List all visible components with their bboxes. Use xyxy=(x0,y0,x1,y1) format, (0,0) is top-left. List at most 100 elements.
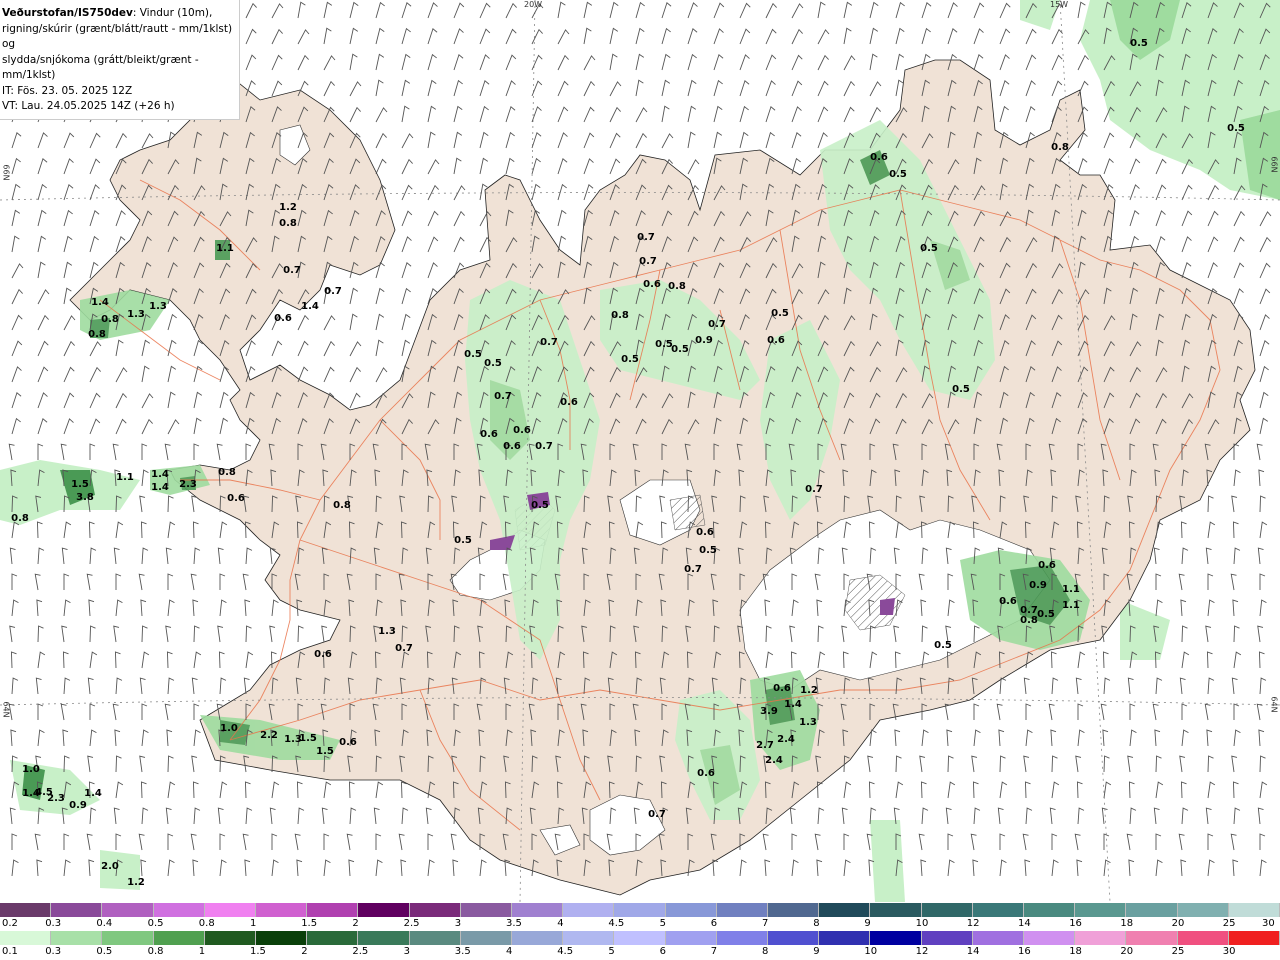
legend-snow-label: 3 xyxy=(454,918,462,929)
precip-value-label: 0.9 xyxy=(69,800,87,811)
legend-snow-swatch xyxy=(768,903,820,917)
precip-value-label: 0.6 xyxy=(503,441,521,452)
precip-value-label: 2.4 xyxy=(777,734,795,745)
legend-rain-label: 1.5 xyxy=(250,946,266,957)
legend-rain-swatch xyxy=(102,931,154,945)
legend-rain-label: 20 xyxy=(1120,946,1134,957)
legend-snow-label: 1.5 xyxy=(301,918,318,929)
precip-value-label: 0.6 xyxy=(870,152,888,163)
precip-value-label: 0.6 xyxy=(697,768,715,779)
precip-value-label: 0.5 xyxy=(464,349,482,360)
precip-value-label: 0.6 xyxy=(773,683,791,694)
legend-rain-swatch xyxy=(665,931,717,945)
longitude-label-15w: 15W xyxy=(1050,0,1069,9)
legend-rain-swatch xyxy=(1177,931,1229,945)
precip-value-label: 0.5 xyxy=(671,344,689,355)
latitude-label-64n-left: 64N xyxy=(1,701,11,718)
legend-snow-swatch xyxy=(307,903,359,917)
legend-rain-label: 3.5 xyxy=(454,946,471,957)
legend-snow-swatch xyxy=(153,903,205,917)
precip-value-label: 0.7 xyxy=(535,441,553,452)
precip-value-label: 1.4 xyxy=(91,297,109,308)
header-valid-time: VT: Lau. 24.05.2025 14Z (+26 h) xyxy=(2,100,175,112)
legend-rain-label: 9 xyxy=(813,946,820,957)
precip-value-label: 0.5 xyxy=(454,535,472,546)
legend-rain-label: 2 xyxy=(301,946,308,957)
legend-rain-label: 0.1 xyxy=(2,946,18,957)
precip-value-label: 1.5 xyxy=(71,479,89,490)
legend-rain-label: 2.5 xyxy=(352,946,369,957)
precip-value-label: 0.6 xyxy=(274,313,292,324)
precip-value-label: 0.9 xyxy=(695,335,713,346)
precip-value-label: 0.8 xyxy=(101,314,119,325)
precip-value-label: 0.7 xyxy=(639,256,657,267)
legend-snow-swatch xyxy=(358,903,410,917)
precip-value-label: 2.2 xyxy=(260,730,278,741)
legend-rain-labels: 0.1 0.3 0.5 0.8 1 1.5 2 2.5 3 3.5 4 4.5 5 6 7 8 9 10 12 14 1… xyxy=(0,946,1280,958)
precip-value-label: 0.7 xyxy=(540,337,558,348)
legend-rain-swatch xyxy=(972,931,1025,945)
precip-value-label: 1.5 xyxy=(299,733,317,744)
precip-value-label: 0.5 xyxy=(889,169,907,180)
precip-value-label: 0.8 xyxy=(11,513,29,524)
header-title-suffix: : Vindur (10m), xyxy=(132,7,213,19)
legend-rain-label: 4.5 xyxy=(557,946,574,957)
legend-snow-label: 0.5 xyxy=(147,918,164,929)
legend-rain-label: 0.8 xyxy=(147,946,164,957)
legend-snow-swatch xyxy=(921,903,973,917)
precip-value-label: 0.8 xyxy=(218,467,236,478)
precip-value-label: 1.5 xyxy=(316,746,334,757)
legend-rain-label: 6 xyxy=(659,946,666,957)
legend-rain-swatch xyxy=(153,931,205,945)
precip-value-label: 1.1 xyxy=(1062,584,1080,595)
precip-value-label: 0.5 xyxy=(1130,38,1148,49)
legend-snow-swatch xyxy=(665,903,717,917)
legend-snow-label: 2 xyxy=(352,918,359,929)
legend-snow-swatch xyxy=(51,903,103,917)
legend-snow-swatch xyxy=(972,903,1025,917)
precip-value-label: 1.4 xyxy=(151,469,169,480)
latitude-label-66n-right: 66N xyxy=(1269,156,1279,173)
legend-snow-swatch xyxy=(819,903,871,917)
legend-rain-label: 0.5 xyxy=(96,946,113,957)
precip-value-label: 0.5 xyxy=(1037,609,1055,620)
legend-snow-swatch xyxy=(716,903,769,917)
legend-snow-swatch xyxy=(1177,903,1229,917)
legend-rain-swatch xyxy=(1126,931,1178,945)
legend-snow-swatch xyxy=(102,903,154,917)
legend-snow-label: 5 xyxy=(659,918,666,929)
precip-value-label: 0.7 xyxy=(494,391,512,402)
legend-snow-swatch xyxy=(1228,903,1280,917)
precip-value-label: 1.1 xyxy=(116,472,134,483)
precip-value-label: 0.7 xyxy=(805,484,823,495)
legend-rain-label: 25 xyxy=(1171,946,1185,957)
sleet-area xyxy=(880,598,895,615)
precip-value-label: 0.7 xyxy=(283,265,301,276)
precip-value-label: 1.4 xyxy=(151,482,169,493)
precip-value-label: 0.5 xyxy=(1227,123,1245,134)
legend-snow-label: 9 xyxy=(864,918,871,929)
precip-value-label: 1.1 xyxy=(1062,600,1080,611)
legend-rain-swatch xyxy=(358,931,410,945)
precip-value-label: 1.3 xyxy=(127,309,145,320)
precip-value-label: 0.6 xyxy=(227,493,245,504)
precip-value-label: 0.7 xyxy=(708,319,726,330)
legend-snow-label: 0.4 xyxy=(96,918,113,929)
precip-value-label: 2.7 xyxy=(756,740,774,751)
precip-value-label: 0.7 xyxy=(324,286,342,297)
legend-snow-swatch xyxy=(409,903,461,917)
precip-value-label: 0.8 xyxy=(88,329,106,340)
header-line2: rigning/skúrir (grænt/blátt/rautt - mm/1… xyxy=(2,22,233,51)
precip-value-label: 1.1 xyxy=(216,243,234,254)
longitude-label-20w: 20W xyxy=(524,0,543,9)
legend-rain-swatch xyxy=(0,931,52,945)
legend-rain-swatch xyxy=(614,931,666,945)
legend-rain-label: 30 xyxy=(1222,946,1236,957)
precip-value-label: 0.5 xyxy=(920,243,938,254)
legend-rain-swatch xyxy=(256,931,308,945)
legend-snow-swatch xyxy=(614,903,666,917)
legend-rain-swatch xyxy=(1075,931,1127,945)
precip-value-label: 2.4 xyxy=(765,755,783,766)
weather-map: 1.2 0.8 1.1 0.7 0.7 1.4 1.3 0.8 1.3 0.6 1.4 0.8 1.5 1… xyxy=(0,0,1280,902)
precip-value-label: 0.5 xyxy=(934,640,952,651)
